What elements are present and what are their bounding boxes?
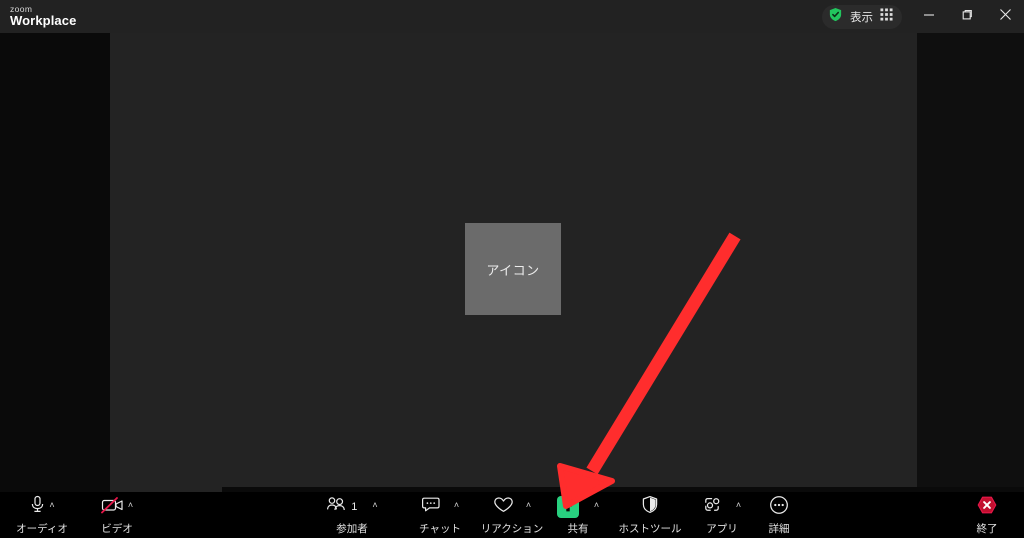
share-chevron-down-icon[interactable]: ˄ <box>594 500 599 510</box>
camera-off-icon <box>100 496 125 519</box>
audio-chevron-down-icon[interactable]: ˄ <box>49 500 54 510</box>
view-mode-pill[interactable]: 表示 <box>822 4 902 29</box>
toolbar-label-chat: チャット <box>419 523 461 535</box>
toolbar-label-end-meeting: 終了 <box>976 523 998 535</box>
shield-icon <box>641 495 659 519</box>
toolbar-label-audio: オーディオ <box>16 523 68 535</box>
shield-check-icon <box>828 7 843 27</box>
toolbar-item-end-meeting[interactable]: 終了 <box>955 496 1019 536</box>
microphone-icon <box>29 495 46 519</box>
toolbar-item-participants[interactable]: 1 ˄ 参加者 <box>320 496 384 536</box>
close-button[interactable] <box>986 0 1024 33</box>
toolbar-label-apps: アプリ <box>706 523 738 535</box>
zoom-meeting-window: zoom Workplace 表示 アイコン ˄ オーディオ ˄ ビデオ 1 ˄… <box>0 0 1024 538</box>
video-chevron-down-icon[interactable]: ˄ <box>128 500 133 510</box>
avatar: アイコン <box>465 223 561 315</box>
toolbar-item-audio[interactable]: ˄ オーディオ <box>10 495 74 536</box>
meeting-toolbar: ˄ オーディオ ˄ ビデオ 1 ˄ 参加者 ˄ チャット ˄ リアクション ˄ … <box>0 492 1024 538</box>
left-gutter <box>0 33 110 492</box>
grid-view-icon[interactable] <box>880 7 893 26</box>
participants-icon <box>326 496 347 518</box>
title-bar-right-controls: 表示 <box>822 0 1024 33</box>
end-call-icon[interactable] <box>976 495 998 520</box>
heart-icon <box>493 496 514 519</box>
toolbar-item-apps[interactable]: ˄ アプリ <box>690 496 754 536</box>
chat-chevron-down-icon[interactable]: ˄ <box>454 500 459 510</box>
toolbar-item-host-tools[interactable]: ホストツール <box>616 495 684 536</box>
zoom-workplace-logo: zoom Workplace <box>10 5 76 28</box>
toolbar-item-more[interactable]: 詳細 <box>747 495 811 536</box>
minimize-icon <box>923 8 935 26</box>
apps-icon <box>703 496 723 519</box>
toolbar-label-video: ビデオ <box>101 523 133 535</box>
close-icon <box>999 8 1012 26</box>
maximize-restore-icon <box>961 8 973 26</box>
toolbar-label-more: 詳細 <box>768 523 790 535</box>
apps-chevron-down-icon[interactable]: ˄ <box>736 500 741 510</box>
video-stage: アイコン <box>110 33 917 487</box>
toolbar-item-video[interactable]: ˄ ビデオ <box>85 496 149 536</box>
avatar-label: アイコン <box>486 262 540 278</box>
maximize-button[interactable] <box>948 0 986 33</box>
brand-product-text: Workplace <box>10 13 77 29</box>
share-screen-icon[interactable] <box>556 496 579 518</box>
participants-chevron-down-icon[interactable]: ˄ <box>372 500 377 510</box>
ellipsis-icon <box>769 495 789 520</box>
toolbar-item-chat[interactable]: ˄ チャット <box>408 496 472 536</box>
toolbar-label-reactions: リアクション <box>480 523 544 535</box>
toolbar-label-share: 共有 <box>567 523 589 535</box>
right-gutter <box>917 33 1024 487</box>
title-bar: zoom Workplace 表示 <box>0 0 1024 33</box>
participants-count: 1 <box>351 501 358 513</box>
toolbar-label-host-tools: ホストツール <box>618 523 682 535</box>
minimize-button[interactable] <box>910 0 948 33</box>
toolbar-item-reactions[interactable]: ˄ リアクション <box>476 496 548 536</box>
toolbar-label-participants: 参加者 <box>336 523 368 535</box>
reactions-chevron-down-icon[interactable]: ˄ <box>526 500 531 510</box>
toolbar-item-share[interactable]: ˄ 共有 <box>546 496 610 536</box>
chat-bubble-icon <box>421 496 441 519</box>
view-mode-label: 表示 <box>850 11 873 24</box>
